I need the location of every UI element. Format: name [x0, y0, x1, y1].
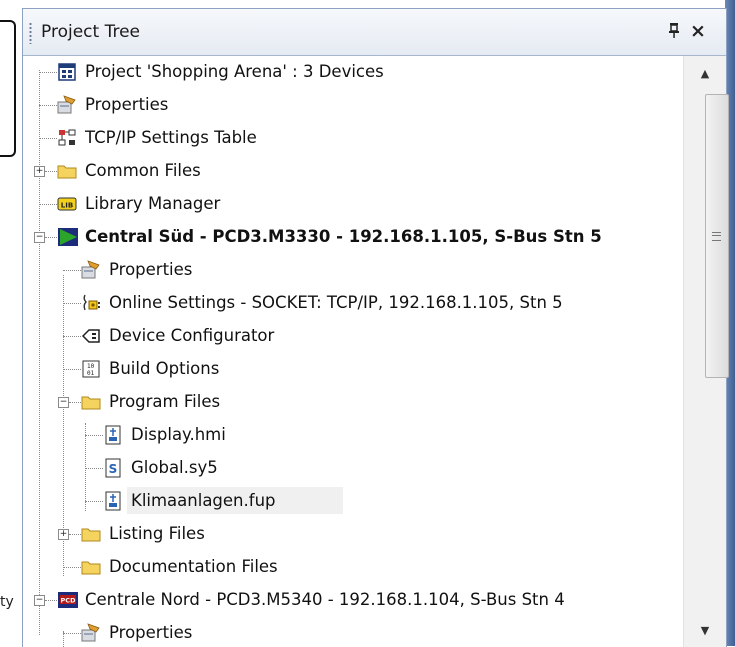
tree-item-listing-files[interactable]: + Listing Files: [23, 518, 683, 550]
pin-button[interactable]: [663, 18, 685, 44]
tree-item-label: TCP/IP Settings Table: [85, 128, 257, 147]
svg-text:PCD: PCD: [61, 597, 77, 605]
panel-titlebar[interactable]: Project Tree ×: [23, 9, 726, 56]
tree-item-project[interactable]: Project 'Shopping Arena' : 3 Devices: [23, 56, 683, 88]
scroll-up-button[interactable]: ▲: [684, 56, 726, 90]
project-tree-panel: Project Tree × Project 'Shopping Arena' …: [22, 8, 729, 647]
tree-item-label: Library Manager: [85, 194, 221, 213]
tree-item-properties[interactable]: Properties: [23, 89, 683, 121]
collapse-toggle[interactable]: −: [34, 595, 45, 606]
collapse-toggle[interactable]: −: [58, 397, 69, 408]
library-icon: LIB: [57, 197, 77, 211]
project-icon: [58, 63, 76, 81]
arrow-up-icon: ▲: [700, 66, 710, 80]
tree-item-label: Properties: [85, 95, 169, 114]
device-configurator-icon: [81, 329, 100, 343]
tree-item-label: Build Options: [109, 359, 220, 378]
panel-title: Project Tree: [41, 22, 140, 42]
vertical-scrollbar[interactable]: ▲ ▼: [683, 56, 729, 647]
svg-text:S: S: [109, 462, 118, 476]
expand-toggle[interactable]: +: [34, 166, 45, 177]
tree-item-label: Display.hmi: [131, 425, 226, 444]
scrollbar-thumb[interactable]: [705, 94, 729, 378]
tree-item-program-files[interactable]: − Program Files: [23, 386, 683, 418]
tree-item-label: Central Süd - PCD3.M3330 - 192.168.1.105…: [85, 227, 602, 246]
tree-item-label: Klimaanlagen.fup: [131, 491, 276, 510]
tree-item-device-configurator[interactable]: Device Configurator: [23, 320, 683, 352]
file-icon: [105, 491, 121, 511]
arrow-down-icon: ▼: [700, 623, 710, 637]
folder-icon: [81, 561, 101, 575]
pin-icon: [667, 22, 681, 41]
online-settings-icon: [83, 294, 100, 311]
tree-item-device-properties[interactable]: Properties: [23, 254, 683, 286]
tree-item-library-manager[interactable]: LIB Library Manager: [23, 188, 683, 220]
background-window-frame: [0, 20, 16, 157]
tree-item-documentation-files[interactable]: Documentation Files: [23, 551, 683, 583]
tree-item-label: Program Files: [109, 392, 221, 411]
drag-grip-icon[interactable]: [29, 22, 32, 44]
tree-item-label: Project 'Shopping Arena' : 3 Devices: [85, 62, 384, 81]
svg-text:LIB: LIB: [61, 202, 73, 210]
tree-item-label: Common Files: [85, 161, 201, 180]
tree-item-device-central-sud[interactable]: − Central Süd - PCD3.M3330 - 192.168.1.1…: [23, 221, 683, 253]
tree-item-nord-properties[interactable]: Properties: [23, 617, 683, 647]
collapse-toggle[interactable]: −: [34, 232, 45, 243]
tree-item-display-hmi[interactable]: Display.hmi: [23, 419, 683, 451]
tree-item-common-files[interactable]: + Common Files: [23, 155, 683, 187]
folder-icon: [57, 165, 77, 179]
tree-item-online-settings[interactable]: Online Settings - SOCKET: TCP/IP, 192.16…: [23, 287, 683, 319]
properties-icon: [57, 95, 76, 114]
close-icon: ×: [690, 20, 706, 42]
thumb-grip-icon: [712, 232, 721, 241]
tree-item-build-options[interactable]: 10 01 Build Options: [23, 353, 683, 385]
properties-icon: [81, 623, 100, 642]
background-window-edge: ty: [0, 0, 22, 646]
tree-item-label: Online Settings - SOCKET: TCP/IP, 192.16…: [109, 293, 563, 312]
device-pcd-icon: PCD: [58, 592, 78, 608]
tree-item-label: Centrale Nord - PCD3.M5340 - 192.168.1.1…: [85, 590, 565, 609]
svg-text:01: 01: [87, 370, 95, 377]
background-text-fragment: ty: [0, 594, 14, 610]
tree-item-device-centrale-nord[interactable]: − PCD Centrale Nord - PCD3.M5340 - 192.1…: [23, 584, 683, 616]
tree-item-label: Properties: [109, 623, 193, 642]
network-table-icon: [58, 129, 76, 146]
folder-open-icon: [81, 396, 101, 410]
device-active-icon: [58, 228, 78, 246]
tree-item-label: Global.sy5: [131, 458, 218, 477]
tree-item-klimaanlagen-fup[interactable]: Klimaanlagen.fup: [23, 485, 683, 517]
tree-item-label: Listing Files: [109, 524, 205, 543]
tree-item-label: Properties: [109, 260, 193, 279]
scroll-down-button[interactable]: ▼: [684, 613, 726, 647]
properties-icon: [81, 260, 100, 279]
file-icon: [105, 425, 121, 445]
close-button[interactable]: ×: [687, 18, 709, 44]
tree-item-tcpip-table[interactable]: TCP/IP Settings Table: [23, 122, 683, 154]
project-tree: Project 'Shopping Arena' : 3 Devices Pro…: [23, 56, 683, 647]
tree-item-label: Documentation Files: [109, 557, 278, 576]
folder-icon: [81, 528, 101, 542]
build-options-icon: 10 01: [82, 360, 100, 378]
expand-toggle[interactable]: +: [58, 529, 69, 540]
symbol-file-icon: S: [105, 458, 121, 478]
tree-item-global-sy5[interactable]: S Global.sy5: [23, 452, 683, 484]
tree-item-label: Device Configurator: [109, 326, 275, 345]
svg-text:10: 10: [87, 363, 95, 370]
